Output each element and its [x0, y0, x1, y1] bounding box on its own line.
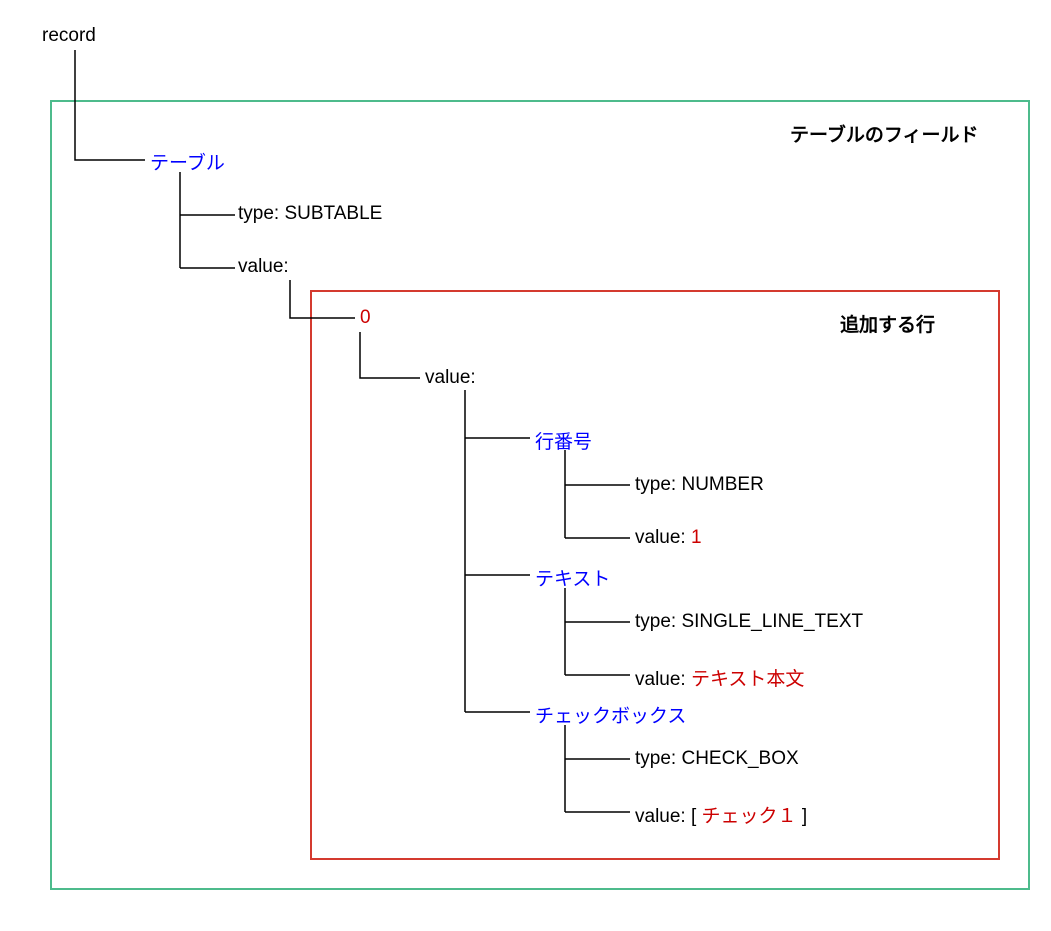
field1-type-key: type:	[635, 474, 681, 495]
field3-value: value: [ チェック１ ]	[635, 801, 807, 828]
field2-type: type: SINGLE_LINE_TEXT	[635, 611, 863, 633]
table-value: value:	[238, 256, 289, 278]
field1-type: type: NUMBER	[635, 474, 764, 496]
field1-value: value: 1	[635, 527, 702, 549]
row-value: value:	[425, 367, 476, 389]
field1-type-val: NUMBER	[681, 474, 763, 495]
field3-value-val: チェック１	[702, 806, 797, 827]
field3-value-key: value: [	[635, 806, 702, 827]
field2-type-key: type:	[635, 611, 681, 632]
table-type-val: SUBTABLE	[284, 203, 382, 224]
field2-value-key: value:	[635, 669, 691, 690]
red-box-label: 追加する行	[840, 310, 935, 337]
field2-value: value: テキスト本文	[635, 664, 804, 691]
table-type: type: SUBTABLE	[238, 203, 382, 225]
field3-name: チェックボックス	[535, 701, 686, 728]
row-box	[310, 290, 1000, 860]
field2-type-val: SINGLE_LINE_TEXT	[681, 611, 863, 632]
field3-value-close: ]	[797, 806, 808, 827]
root-node: record	[42, 25, 96, 47]
field2-name: テキスト	[535, 564, 610, 591]
diagram-canvas: テーブルのフィールド 追加する行 record テーブル type: SUBTA…	[20, 20, 1031, 920]
field1-value-key: value:	[635, 527, 691, 548]
table-type-key: type:	[238, 203, 284, 224]
field1-value-val: 1	[691, 527, 702, 548]
field3-type: type: CHECK_BOX	[635, 748, 799, 770]
green-box-label: テーブルのフィールド	[790, 120, 978, 147]
field2-value-val: テキスト本文	[691, 669, 804, 690]
index-node: 0	[360, 307, 371, 329]
table-node: テーブル	[150, 148, 225, 175]
field1-name: 行番号	[535, 427, 592, 454]
field3-type-val: CHECK_BOX	[681, 748, 798, 769]
field3-type-key: type:	[635, 748, 681, 769]
